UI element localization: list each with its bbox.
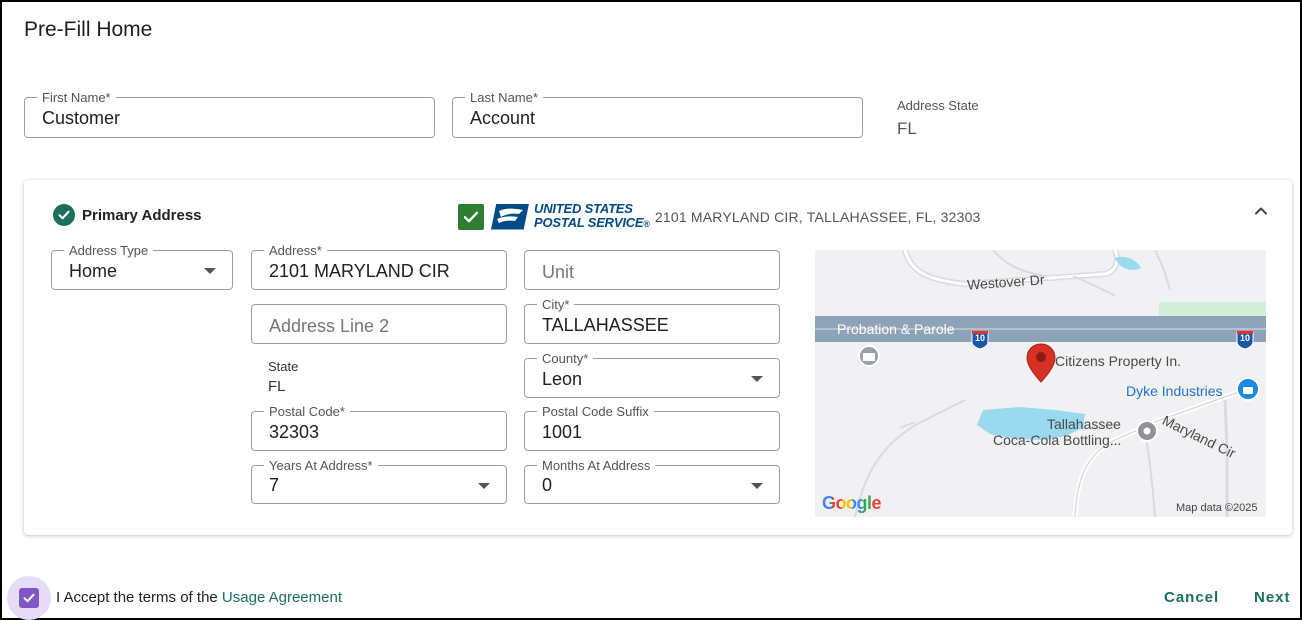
postal-suffix-value: 1001	[542, 422, 583, 442]
location-map[interactable]: Westover Dr Probation & Parole 10 10 Cit…	[815, 250, 1266, 517]
check-circle-icon	[53, 204, 75, 226]
footer-bar: I Accept the terms of the Usage Agreemen…	[2, 574, 1300, 620]
google-logo: Google	[822, 493, 882, 514]
address-state-label: Address State	[897, 98, 979, 113]
county-select[interactable]: County* Leon	[524, 351, 780, 398]
collapse-button[interactable]	[1252, 202, 1270, 220]
first-name-label: First Name*	[37, 90, 116, 105]
city-value: TALLAHASSEE	[542, 315, 669, 335]
postal-suffix-label: Postal Code Suffix	[537, 404, 654, 419]
usps-logo: UNITED STATES POSTAL SERVICE®	[491, 202, 650, 231]
postal-code-field[interactable]: Postal Code* 32303	[251, 404, 507, 451]
address-field[interactable]: Address* 2101 MARYLAND CIR	[251, 243, 507, 290]
usps-wordmark-line2-row: POSTAL SERVICE®	[534, 216, 650, 231]
map-attribution: Map data ©2025	[1176, 502, 1258, 514]
usps-verified-address: 2101 MARYLAND CIR, TALLAHASSEE, FL, 3230…	[654, 208, 981, 225]
last-name-value: Account	[470, 108, 536, 128]
usage-agreement-link[interactable]: Usage Agreement	[222, 589, 342, 606]
google-logo-text: Google	[822, 493, 882, 513]
postal-suffix-field[interactable]: Postal Code Suffix 1001	[524, 404, 780, 451]
usps-verified-check-icon	[458, 203, 484, 230]
years-at-address-select[interactable]: Years At Address* 7	[251, 458, 507, 504]
dropdown-arrow-icon	[751, 376, 763, 382]
postal-code-value: 32303	[269, 422, 320, 442]
next-button[interactable]: Next	[1254, 589, 1291, 606]
accept-terms-label: I Accept the terms of the	[56, 589, 218, 606]
county-label: County*	[537, 351, 594, 366]
usps-wordmark-line1: UNITED STATES	[534, 201, 633, 216]
dropdown-arrow-icon	[751, 483, 763, 489]
first-name-field[interactable]: First Name* Customer	[24, 90, 435, 138]
usps-wordmark-line2: POSTAL SERVICE	[534, 215, 644, 230]
accept-terms-text: I Accept the terms of the Usage Agreemen…	[56, 589, 342, 606]
dropdown-arrow-icon	[204, 268, 216, 274]
map-label-coca-line1: Tallahassee	[1047, 416, 1121, 432]
city-field[interactable]: City* TALLAHASSEE	[524, 297, 780, 344]
map-label-coca-line2: Coca-Cola Bottling...	[993, 432, 1122, 448]
cancel-button[interactable]: Cancel	[1164, 589, 1219, 606]
address-line2-field[interactable]: Address Line 2	[251, 304, 507, 344]
checkmark-icon	[23, 593, 35, 603]
last-name-label: Last Name*	[465, 90, 543, 105]
address-state-value: FL	[897, 119, 917, 138]
state-label: State	[268, 359, 299, 374]
years-at-address-label: Years At Address*	[264, 458, 378, 473]
primary-address-header: Primary Address	[53, 204, 202, 226]
dropdown-arrow-icon	[478, 483, 490, 489]
state-value: FL	[268, 378, 286, 395]
map-label-citizens: Citizens Property In.	[1055, 353, 1182, 369]
accept-terms-checkbox[interactable]	[19, 588, 39, 608]
interstate-label-right: 10	[1239, 333, 1250, 343]
map-pin-icon[interactable]	[1026, 343, 1056, 383]
usps-eagle-icon	[491, 203, 529, 230]
chevron-up-icon	[1255, 207, 1267, 215]
address-type-label: Address Type	[64, 243, 154, 258]
years-at-address-value: 7	[269, 475, 280, 495]
address-value: 2101 MARYLAND CIR	[269, 261, 450, 281]
address-type-select[interactable]: Address Type Home	[51, 243, 233, 290]
map-label-dyke: Dyke Industries	[1126, 383, 1223, 399]
county-value: Leon	[542, 369, 583, 389]
address-type-value: Home	[69, 261, 118, 281]
primary-address-card: Primary Address UNITED STATES POSTAL SER…	[24, 180, 1292, 535]
address-line2-placeholder: Address Line 2	[269, 316, 390, 336]
primary-address-title: Primary Address	[82, 206, 202, 224]
page-frame: Pre-Fill Home First Name* Customer Last …	[0, 0, 1302, 620]
months-at-address-value: 0	[542, 475, 553, 495]
months-at-address-select[interactable]: Months At Address 0	[524, 458, 780, 504]
usps-verification: UNITED STATES POSTAL SERVICE® 2101 MARYL…	[458, 202, 981, 231]
postal-code-label: Postal Code*	[264, 404, 350, 419]
page-title: Pre-Fill Home	[24, 18, 153, 41]
last-name-field[interactable]: Last Name* Account	[452, 90, 863, 138]
city-label: City*	[537, 297, 575, 312]
map-label-probation: Probation & Parole	[837, 321, 955, 337]
months-at-address-label: Months At Address	[537, 458, 656, 473]
interstate-label-left: 10	[974, 333, 985, 343]
address-label: Address*	[264, 243, 327, 258]
unit-placeholder: Unit	[542, 262, 575, 282]
unit-field[interactable]: Unit	[524, 250, 780, 290]
usps-wordmark: UNITED STATES POSTAL SERVICE®	[534, 202, 650, 231]
usps-registered-mark: ®	[643, 219, 650, 229]
first-name-value: Customer	[42, 108, 121, 128]
